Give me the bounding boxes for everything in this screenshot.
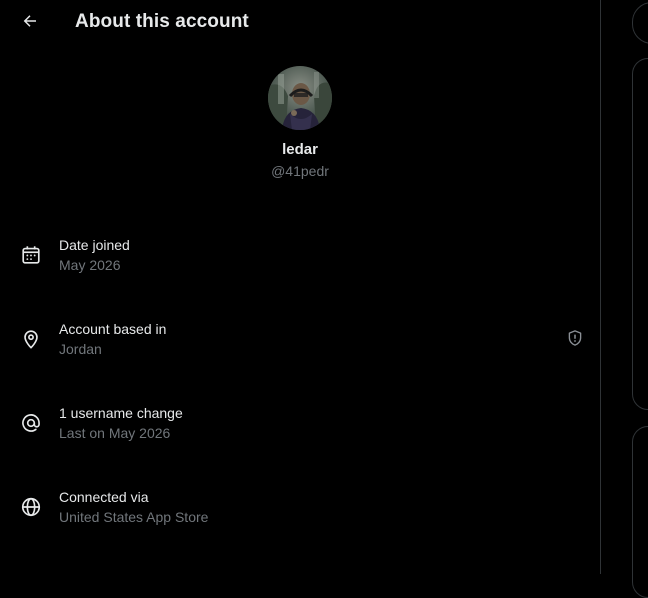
at-sign-icon xyxy=(22,414,40,432)
info-row-date-joined: Date joined May 2026 xyxy=(0,236,600,292)
sidebar-card xyxy=(632,58,648,410)
info-label: Account based in xyxy=(59,321,167,337)
search-box[interactable] xyxy=(632,2,648,44)
avatar[interactable] xyxy=(268,66,332,130)
info-label: 1 username change xyxy=(59,405,183,421)
info-text: Account based in Jordan xyxy=(59,320,166,358)
info-text: 1 username change Last on May 2026 xyxy=(59,404,183,442)
location-pin-icon xyxy=(24,330,38,349)
globe-icon xyxy=(21,497,41,517)
info-text: Connected via United States App Store xyxy=(59,488,208,526)
info-value: May 2026 xyxy=(59,257,121,273)
info-label: Connected via xyxy=(59,489,149,505)
info-value: United States App Store xyxy=(59,509,209,525)
info-row-account-based-in: Account based in Jordan xyxy=(0,320,600,376)
profile-summary: ledar @41pedr xyxy=(0,66,600,179)
info-text: Date joined May 2026 xyxy=(59,236,130,274)
info-value: Jordan xyxy=(59,341,102,357)
display-name: ledar xyxy=(282,141,318,158)
main-column: About this account ledar @41pedr Date jo… xyxy=(0,0,601,574)
calendar-icon xyxy=(22,246,40,264)
header: About this account xyxy=(0,0,600,46)
user-handle: @41pedr xyxy=(271,163,329,179)
info-row-username-change: 1 username change Last on May 2026 xyxy=(0,404,600,460)
info-row-connected-via: Connected via United States App Store xyxy=(0,488,600,544)
back-button[interactable] xyxy=(14,5,46,37)
right-sidebar xyxy=(601,0,648,598)
sidebar-card xyxy=(632,426,648,598)
avatar-image xyxy=(268,66,332,130)
page-title: About this account xyxy=(75,11,249,32)
info-label: Date joined xyxy=(59,237,130,253)
arrow-left-icon xyxy=(23,15,36,27)
info-value: Last on May 2026 xyxy=(59,425,171,441)
shield-alert-icon[interactable] xyxy=(566,329,584,347)
